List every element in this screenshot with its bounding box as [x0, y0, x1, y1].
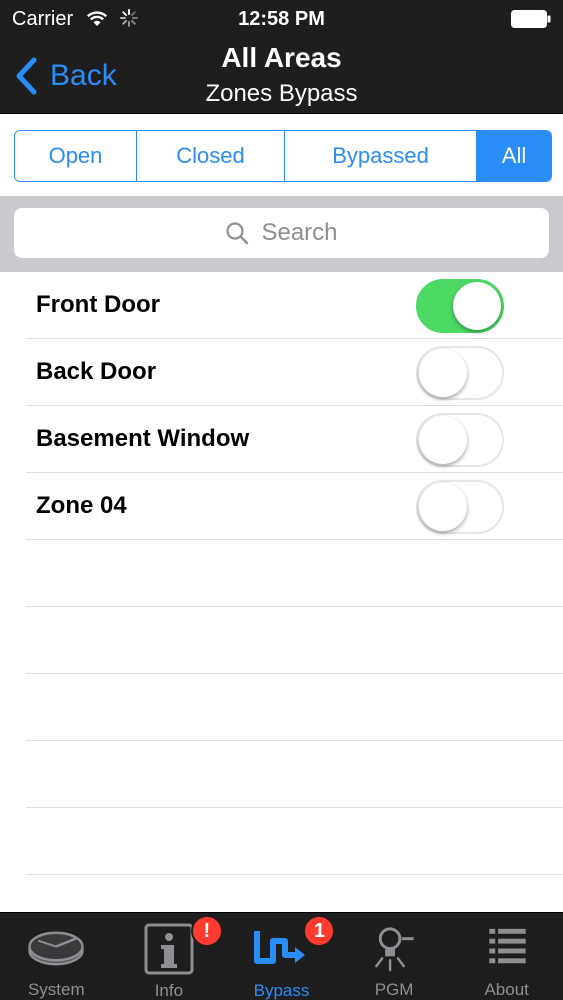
- status-bar: Carrier 12:58 PM: [0, 0, 563, 38]
- notification-badge: 1: [303, 915, 336, 947]
- tab-system[interactable]: System: [0, 913, 113, 1000]
- tab-label: PGM: [374, 980, 414, 999]
- toggle-knob: [453, 282, 501, 330]
- empty-list-row: [26, 540, 563, 607]
- page-title: All Areas: [221, 42, 342, 73]
- tab-bypass[interactable]: 1 Bypass: [225, 913, 338, 1000]
- tab-label: Info: [154, 981, 184, 1000]
- zone-row: Front Door: [26, 272, 563, 339]
- zone-list: Front Door Back Door Basement Window Zon…: [0, 272, 563, 875]
- tab-bar: System ! Info 1 Bypass PGM About: [0, 912, 563, 1000]
- bypass-arrow-icon: [254, 931, 306, 964]
- toggle-knob: [419, 483, 467, 531]
- notification-badge: !: [190, 915, 223, 947]
- tab-label: System: [27, 980, 85, 999]
- search-input[interactable]: Search: [14, 208, 549, 258]
- page-subtitle: Zones Bypass: [205, 80, 358, 107]
- empty-list-row: [26, 808, 563, 875]
- tab-label: About: [484, 980, 529, 999]
- empty-list-row: [26, 674, 563, 741]
- lightbulb-icon: [375, 927, 414, 972]
- zone-row: Zone 04: [26, 473, 563, 540]
- tab-about[interactable]: About: [450, 913, 563, 1000]
- battery-icon: [511, 10, 551, 28]
- toggle-knob: [419, 349, 467, 397]
- filter-bar: Open Closed Bypassed All: [0, 114, 563, 196]
- tab-label: Bypass: [253, 981, 310, 1000]
- filter-closed-segment[interactable]: Closed: [137, 131, 285, 181]
- zone-row: Back Door: [26, 339, 563, 406]
- tab-info[interactable]: ! Info: [113, 913, 226, 1000]
- status-time: 12:58 PM: [238, 8, 325, 30]
- info-icon: [144, 923, 194, 975]
- zone-name: Front Door: [36, 291, 160, 318]
- list-icon: [488, 928, 526, 964]
- filter-open-segment[interactable]: Open: [15, 131, 137, 181]
- zone-filter-segmented-control: Open Closed Bypassed All: [14, 130, 552, 182]
- info-icon-wrap: !: [139, 915, 223, 977]
- system-disc-icon: [28, 931, 85, 966]
- filter-all-segment[interactable]: All: [477, 131, 551, 181]
- bypass-icon-wrap: 1: [251, 915, 336, 977]
- search-icon: [226, 222, 249, 245]
- zone-name: Back Door: [36, 358, 157, 385]
- empty-list-row: [26, 741, 563, 808]
- navigation-header: Carrier 12:58 PM Back All Areas Zones By…: [0, 0, 563, 114]
- tab-pgm[interactable]: PGM: [338, 913, 451, 1000]
- search-bar: Search: [0, 196, 563, 272]
- zone-name: Zone 04: [36, 492, 127, 519]
- bypass-toggle[interactable]: [416, 480, 504, 534]
- bypass-toggle[interactable]: [416, 279, 504, 333]
- search-placeholder: Search: [261, 219, 338, 246]
- zone-row: Basement Window: [26, 406, 563, 473]
- toggle-knob: [419, 416, 467, 464]
- bypass-toggle[interactable]: [416, 346, 504, 400]
- filter-bypassed-segment[interactable]: Bypassed: [285, 131, 477, 181]
- bypass-toggle[interactable]: [416, 413, 504, 467]
- zone-name: Basement Window: [36, 425, 250, 452]
- empty-list-row: [26, 607, 563, 674]
